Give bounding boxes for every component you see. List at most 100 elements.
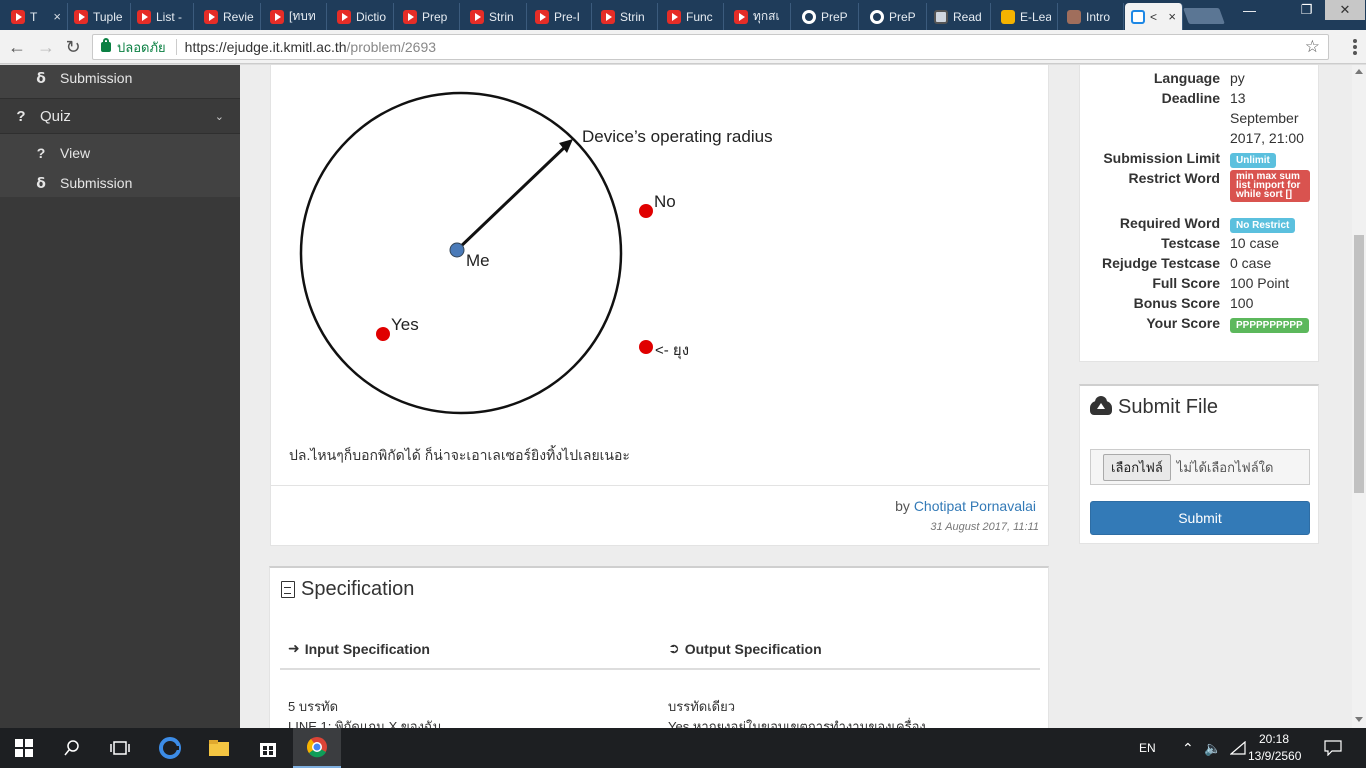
file-explorer-icon[interactable]: [195, 728, 243, 768]
reader-icon: [934, 9, 948, 24]
sidebar-item-view[interactable]: ? View: [0, 138, 240, 168]
browser-tab[interactable]: E-Lea: [995, 3, 1058, 30]
chrome-icon[interactable]: [293, 728, 341, 768]
forward-icon[interactable]: →: [35, 36, 57, 58]
required-word-badge: No Restrict: [1230, 218, 1296, 233]
browser-menu-icon[interactable]: [1346, 37, 1364, 57]
info-value: py: [1230, 70, 1245, 86]
volume-icon[interactable]: 🔈: [1204, 728, 1221, 768]
youtube-icon: [403, 9, 417, 24]
browser-tab[interactable]: Strin: [464, 3, 527, 30]
minimize-icon[interactable]: —: [1236, 0, 1263, 20]
url-host: https://ejudge.it.kmitl.ac.th: [184, 39, 347, 55]
browser-tab[interactable]: List -: [131, 3, 194, 30]
browser-tab[interactable]: ทุกสเ: [728, 3, 791, 30]
browser-tab[interactable]: Pre-I: [529, 3, 592, 30]
submit-file-heading: Submit File: [1090, 395, 1218, 419]
specification-heading: Specification: [281, 578, 414, 601]
author-link[interactable]: Chotipat Pornavalai: [914, 498, 1036, 514]
input-line: LINE 1: พิกัดแกน X ของฉัน: [288, 719, 442, 728]
scroll-down-icon[interactable]: [1355, 717, 1363, 722]
notification-icon[interactable]: [1324, 728, 1342, 768]
tab-label: [ทบท: [289, 9, 316, 23]
scroll-thumb[interactable]: [1354, 235, 1364, 493]
browser-tab[interactable]: [ทบท: [264, 3, 327, 30]
browser-tab[interactable]: Revie: [198, 3, 261, 30]
info-key: Submission Limit: [1103, 150, 1220, 166]
input-language[interactable]: EN: [1139, 728, 1156, 768]
browser-tab[interactable]: Dictio: [331, 3, 394, 30]
page-scrollbar[interactable]: [1352, 65, 1366, 728]
mosquito-dot: [639, 340, 653, 354]
edge-icon[interactable]: [146, 728, 194, 768]
elearning-icon: [1001, 9, 1015, 24]
browser-tab[interactable]: Prep: [397, 3, 460, 30]
wifi-icon[interactable]: [1230, 728, 1246, 768]
problem-panel: Device’s operating radius Me No Yes <- ย…: [270, 65, 1049, 546]
scroll-up-icon[interactable]: [1355, 69, 1363, 74]
store-icon[interactable]: [244, 728, 292, 768]
tab-label: PreP: [889, 9, 916, 24]
github-icon: [870, 9, 884, 24]
browser-tab[interactable]: T ×: [5, 3, 68, 30]
youtube-icon: [667, 9, 681, 24]
info-value: No Restrict: [1230, 213, 1316, 233]
sidebar-item-submission[interactable]: ẟ Submission: [0, 65, 240, 93]
task-view-icon[interactable]: [96, 728, 144, 768]
system-clock[interactable]: 20:18 13/9/2560: [1248, 731, 1301, 765]
address-bar[interactable]: ปลอดภัย https://ejudge.it.kmitl.ac.th /p…: [92, 34, 1329, 60]
browser-toolbar: ← → ↻ ปลอดภัย https://ejudge.it.kmitl.ac…: [0, 30, 1366, 64]
youtube-icon: [470, 9, 484, 24]
input-spec-text: 5 บรรทัด LINE 1: พิกัดแกน X ของฉัน: [288, 697, 442, 728]
youtube-icon: [204, 9, 218, 24]
info-value: 100 Point: [1230, 275, 1290, 291]
tab-label: <: [1150, 9, 1158, 24]
input-spec-title: Input Specification: [304, 640, 430, 657]
browser-tab[interactable]: Intro: [1061, 3, 1124, 30]
problem-note: ปล.ไหนๆก็บอกพิกัดได้ ก็น่าจะเอาเลเซอร์ยิ…: [289, 447, 630, 463]
author-line: by Chotipat Pornavalai: [895, 498, 1036, 514]
browser-tab[interactable]: Strin: [595, 3, 658, 30]
output-line: บรรทัดเดียว: [668, 699, 736, 714]
chevron-up-icon[interactable]: ⌃: [1182, 728, 1194, 768]
bookmark-star-icon[interactable]: ☆: [1305, 37, 1320, 57]
author-footer: by Chotipat Pornavalai 31 August 2017, 1…: [270, 485, 1049, 546]
search-icon[interactable]: [48, 728, 96, 768]
close-tab-icon[interactable]: ×: [1168, 9, 1176, 24]
clock-time: 20:18: [1258, 732, 1290, 746]
browser-tab[interactable]: Read: [928, 3, 991, 30]
close-tab-icon[interactable]: ×: [53, 9, 61, 24]
back-icon[interactable]: ←: [6, 36, 28, 58]
browser-tab[interactable]: PreP: [796, 3, 859, 30]
browser-tab-active[interactable]: < ×: [1125, 3, 1183, 30]
browser-tab[interactable]: Func: [661, 3, 724, 30]
output-line: Yes หากยุงอยู่ในขอบเขตการทำงานของเครื่อง: [668, 719, 926, 728]
submit-button[interactable]: Submit: [1090, 501, 1310, 535]
me-label: Me: [466, 251, 490, 270]
info-value: Unlimit: [1230, 148, 1316, 168]
radius-label: Device’s operating radius: [582, 127, 773, 146]
intro-icon: [1067, 9, 1081, 24]
browser-tab[interactable]: Tuple: [68, 3, 131, 30]
choose-file-button[interactable]: เลือกไฟล์: [1103, 453, 1171, 481]
youtube-icon: [270, 9, 284, 24]
lock-icon: [101, 38, 111, 52]
browser-tab[interactable]: PreP: [864, 3, 927, 30]
secure-label: ปลอดภัย: [117, 39, 166, 55]
restore-icon[interactable]: ❐: [1293, 0, 1320, 20]
chevron-down-icon: ⌄: [214, 110, 224, 123]
sidebar-item-quiz[interactable]: ? Quiz ⌄: [0, 98, 240, 134]
reload-icon[interactable]: ↻: [62, 36, 84, 58]
info-key: Language: [1153, 70, 1220, 86]
sidebar-item-quiz-submission[interactable]: ẟ Submission: [0, 168, 240, 198]
close-window-icon[interactable]: ✕: [1325, 0, 1365, 20]
file-input[interactable]: เลือกไฟล์ ไม่ได้เลือกไฟล์ใด: [1090, 449, 1310, 485]
spec-divider: [280, 668, 1040, 670]
info-key: Required Word: [1119, 215, 1220, 231]
restrict-word-badge: min max sum list import for while sort […: [1230, 170, 1310, 202]
new-tab-button[interactable]: [1183, 8, 1225, 24]
tab-label: Intro: [1086, 9, 1111, 24]
windows-start-icon[interactable]: [0, 728, 48, 768]
your-score-badge: PPPPPPPPPP: [1230, 318, 1309, 333]
youtube-icon: [11, 9, 25, 24]
